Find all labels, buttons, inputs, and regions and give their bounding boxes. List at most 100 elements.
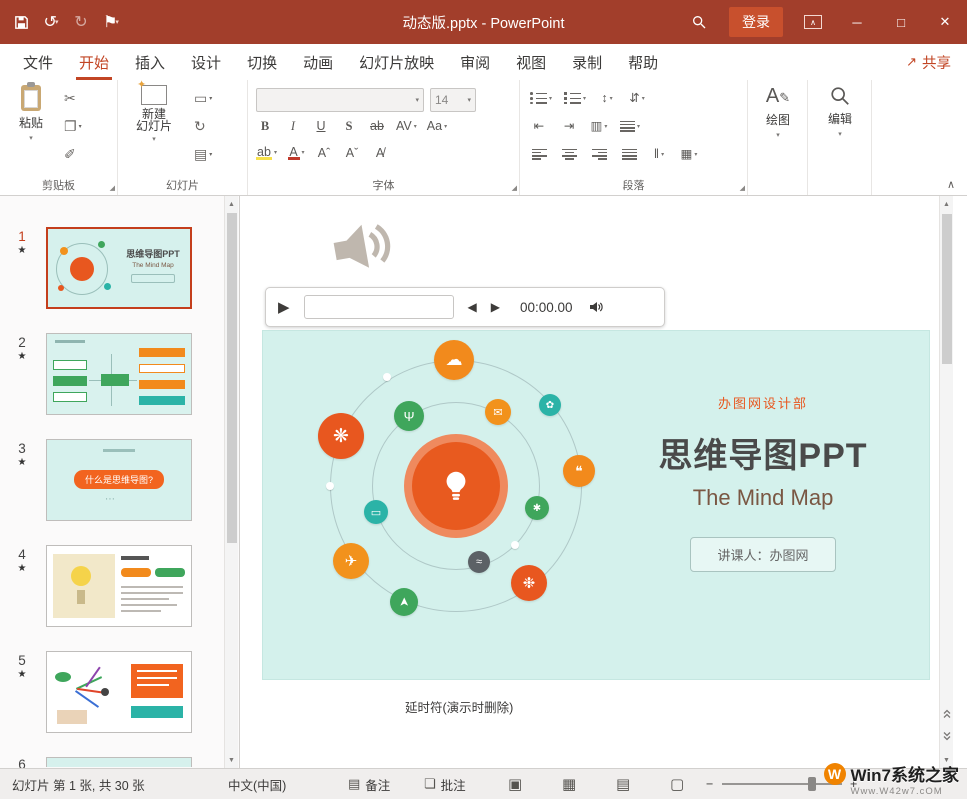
shrink-font-button[interactable]: Aˇ xyxy=(343,147,361,160)
tab-file[interactable]: 文件 xyxy=(10,44,66,80)
character-spacing-button[interactable]: AV▾ xyxy=(396,120,417,133)
next-slide-button[interactable] xyxy=(940,726,953,746)
previous-slide-button[interactable] xyxy=(940,704,953,724)
thumbnail-panel-scrollbar[interactable]: ▲ ▼ xyxy=(224,196,238,768)
notes-button[interactable]: ▤ 备注 xyxy=(348,769,390,799)
scroll-down-arrow[interactable]: ▼ xyxy=(225,753,238,767)
text-shadow-button[interactable]: S xyxy=(340,120,358,133)
play-button[interactable]: ▶ xyxy=(278,300,290,315)
redo-button[interactable]: ↻ xyxy=(68,8,94,36)
strikethrough-button[interactable]: ab xyxy=(368,120,386,133)
align-center-button[interactable] xyxy=(560,149,578,160)
start-from-beginning-button[interactable]: ⚑▾ xyxy=(98,8,124,36)
drawing-button[interactable]: A✎ 绘图 ▾ xyxy=(755,85,801,139)
tab-slideshow[interactable]: 幻灯片放映 xyxy=(346,44,447,80)
slideshow-view-button[interactable]: ▢ xyxy=(670,769,684,799)
columns-button[interactable]: ▥▾ xyxy=(590,120,608,133)
minimize-button[interactable]: ─ xyxy=(835,0,879,44)
tab-insert[interactable]: 插入 xyxy=(122,44,178,80)
align-right-button[interactable] xyxy=(590,149,608,160)
ribbon-display-options-button[interactable]: ∧ xyxy=(791,0,835,44)
delay-placeholder-text[interactable]: 延时符(演示时删除) xyxy=(405,697,513,716)
maximize-button[interactable]: □ xyxy=(879,0,923,44)
arrange-button[interactable]: ▦▾ xyxy=(680,148,698,161)
editor-scrollbar[interactable]: ▲ ▼ xyxy=(939,196,953,768)
seek-back-button[interactable]: ◀ xyxy=(468,301,477,313)
scroll-up-arrow[interactable]: ▲ xyxy=(940,197,953,211)
tab-record[interactable]: 录制 xyxy=(559,44,615,80)
tab-help[interactable]: 帮助 xyxy=(615,44,671,80)
bullets-button[interactable]: ▾ xyxy=(530,93,552,104)
thumbnail-3[interactable]: 什么是思维导图? ⋯ xyxy=(46,439,192,521)
thumbnail-6[interactable] xyxy=(46,757,192,767)
scrollbar-thumb[interactable] xyxy=(227,213,237,543)
change-case-button[interactable]: Aa▾ xyxy=(427,120,447,133)
clipboard-dialog-launcher[interactable]: ◢ xyxy=(110,184,115,192)
editing-button[interactable]: 编辑 ▾ xyxy=(817,85,863,138)
increase-indent-button[interactable]: ⇥ xyxy=(560,120,578,133)
seek-forward-button[interactable]: ▶ xyxy=(491,301,500,313)
zoom-slider-thumb[interactable] xyxy=(808,777,816,791)
search-button[interactable] xyxy=(677,0,721,44)
align-objects-button[interactable]: ‖▾ xyxy=(650,148,668,161)
scrollbar-thumb[interactable] xyxy=(942,214,952,364)
grow-font-button[interactable]: Aˆ xyxy=(315,147,333,160)
font-dialog-launcher[interactable]: ◢ xyxy=(512,184,517,192)
decrease-indent-button[interactable]: ⇤ xyxy=(530,120,548,133)
tab-review[interactable]: 审阅 xyxy=(447,44,503,80)
save-button[interactable] xyxy=(8,8,34,36)
bold-button[interactable]: B xyxy=(256,120,274,133)
volume-icon[interactable] xyxy=(587,299,605,315)
paste-button[interactable]: 粘贴 ▾ xyxy=(8,85,54,142)
thumbnail-4[interactable] xyxy=(46,545,192,627)
close-button[interactable]: ✕ xyxy=(923,0,967,44)
tab-home[interactable]: 开始 xyxy=(66,44,122,80)
numbering-button[interactable]: ▾ xyxy=(564,93,586,104)
reset-button[interactable]: ↻ xyxy=(194,118,206,135)
justify-button[interactable] xyxy=(620,149,638,160)
tab-design[interactable]: 设计 xyxy=(178,44,234,80)
text-direction-button[interactable]: ⇵▾ xyxy=(628,92,646,105)
thumbnail-2[interactable] xyxy=(46,333,192,415)
slide-canvas[interactable]: ☁ Ψ ❋ ✉ ✿ ❝ ✱ ▭ ✈ ≈ ➤ ❉ 办图网设计部 思维导图PPT T… xyxy=(262,330,930,680)
normal-view-button[interactable]: ▣ xyxy=(508,769,522,799)
animation-star-icon: ★ xyxy=(10,669,34,680)
font-group: ▾ 14▾ B I U S ab AV▾ Aa▾ ab▾ A▾ Aˆ Aˇ A̸… xyxy=(248,80,520,195)
zoom-out-button[interactable]: − xyxy=(706,769,713,799)
tab-view[interactable]: 视图 xyxy=(503,44,559,80)
align-text-button[interactable]: ▾ xyxy=(620,121,640,132)
font-color-button[interactable]: A▾ xyxy=(287,146,305,160)
section-button[interactable]: ▤▾ xyxy=(194,146,212,163)
language-indicator[interactable]: 中文(中国) xyxy=(228,769,286,799)
slide-counter[interactable]: 幻灯片 第 1 张, 共 30 张 xyxy=(12,769,145,799)
align-left-button[interactable] xyxy=(530,149,548,160)
tab-transitions[interactable]: 切换 xyxy=(234,44,290,80)
undo-button[interactable]: ↺▾ xyxy=(38,8,64,36)
slide-title-block[interactable]: 办图网设计部 思维导图PPT The Mind Map 讲课人：办图网 xyxy=(643,393,883,572)
thumbnail-1[interactable]: 思维导图PPT The Mind Map xyxy=(46,227,192,309)
clear-formatting-button[interactable]: A̸ xyxy=(371,147,389,160)
cut-button[interactable]: ✂ xyxy=(64,90,76,107)
underline-button[interactable]: U xyxy=(312,120,330,133)
new-slide-button[interactable]: 新建幻灯片 ▾ xyxy=(124,85,184,143)
slide-sorter-view-button[interactable]: ▦ xyxy=(562,769,576,799)
share-button[interactable]: ↗共享 xyxy=(906,52,951,73)
tab-animations[interactable]: 动画 xyxy=(290,44,346,80)
reading-view-button[interactable]: ▤ xyxy=(616,769,630,799)
thumbnail-5[interactable] xyxy=(46,651,192,733)
layout-button[interactable]: ▭▾ xyxy=(194,90,212,107)
paragraph-dialog-launcher[interactable]: ◢ xyxy=(740,184,745,192)
copy-button[interactable]: ❐▾ xyxy=(64,118,82,135)
collapse-ribbon-button[interactable]: ∧ xyxy=(947,178,955,191)
format-painter-button[interactable]: ✐ xyxy=(64,146,76,163)
scroll-up-arrow[interactable]: ▲ xyxy=(225,197,238,211)
orbit-cloud: ☁ xyxy=(434,340,474,380)
italic-button[interactable]: I xyxy=(284,120,302,133)
login-button[interactable]: 登录 xyxy=(729,7,783,37)
font-name-combo[interactable]: ▾ xyxy=(256,88,424,112)
audio-seek-bar[interactable] xyxy=(304,295,454,319)
line-spacing-button[interactable]: ↕▾ xyxy=(598,92,616,105)
highlight-color-button[interactable]: ab▾ xyxy=(256,146,277,160)
comments-button[interactable]: ❏ 批注 xyxy=(424,769,466,799)
font-size-combo[interactable]: 14▾ xyxy=(430,88,476,112)
